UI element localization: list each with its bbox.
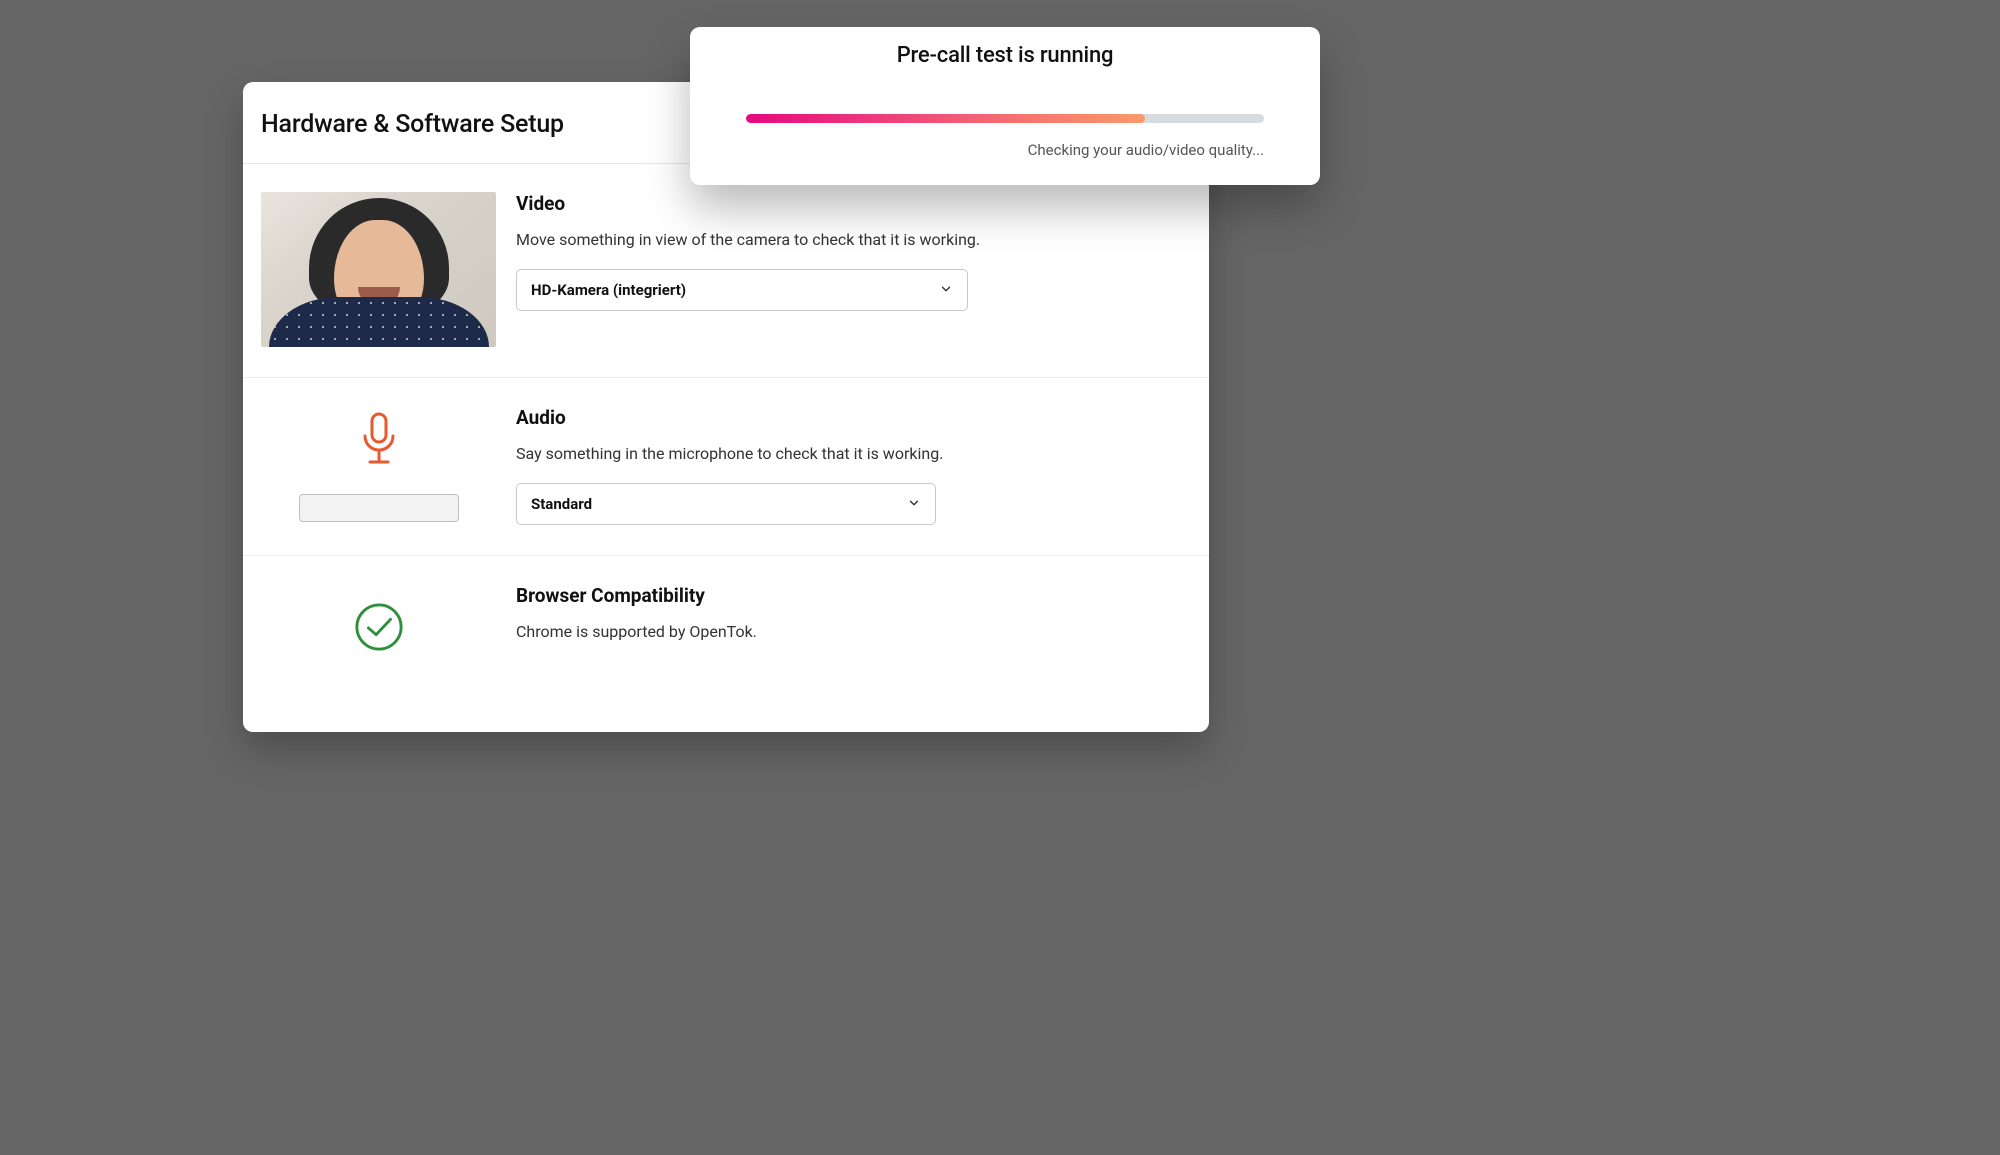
- video-preview-col: [261, 192, 496, 347]
- audio-controls: Audio Say something in the microphone to…: [496, 406, 1191, 525]
- audio-level-meter: [299, 494, 459, 522]
- browser-section: Browser Compatibility Chrome is supporte…: [243, 556, 1209, 691]
- video-device-select[interactable]: HD-Kamera (integriert): [516, 269, 968, 311]
- browser-icon-col: [261, 584, 496, 661]
- audio-section: Audio Say something in the microphone to…: [243, 378, 1209, 556]
- progress-fill: [746, 114, 1145, 123]
- video-heading: Video: [516, 192, 1191, 215]
- progress-track: [746, 114, 1264, 123]
- video-section: Video Move something in view of the came…: [243, 164, 1209, 378]
- progress-bar: [718, 114, 1292, 123]
- browser-info: Browser Compatibility Chrome is supporte…: [496, 584, 1191, 661]
- audio-icon-col: [261, 406, 496, 525]
- microphone-icon: [359, 412, 399, 470]
- audio-device-value: Standard: [531, 495, 592, 513]
- browser-heading: Browser Compatibility: [516, 584, 1191, 607]
- audio-description: Say something in the microphone to check…: [516, 443, 1191, 465]
- audio-heading: Audio: [516, 406, 1191, 429]
- chevron-down-icon: [939, 281, 953, 300]
- camera-preview: [261, 192, 496, 347]
- check-circle-icon: [354, 602, 404, 656]
- toast-status-text: Checking your audio/video quality...: [718, 123, 1292, 159]
- video-description: Move something in view of the camera to …: [516, 229, 1191, 251]
- video-controls: Video Move something in view of the came…: [496, 192, 1191, 347]
- chevron-down-icon: [907, 495, 921, 514]
- precall-test-toast: Pre-call test is running Checking your a…: [690, 27, 1320, 185]
- browser-description: Chrome is supported by OpenTok.: [516, 621, 1191, 643]
- audio-device-select[interactable]: Standard: [516, 483, 936, 525]
- video-device-value: HD-Kamera (integriert): [531, 281, 686, 299]
- toast-title: Pre-call test is running: [718, 43, 1292, 68]
